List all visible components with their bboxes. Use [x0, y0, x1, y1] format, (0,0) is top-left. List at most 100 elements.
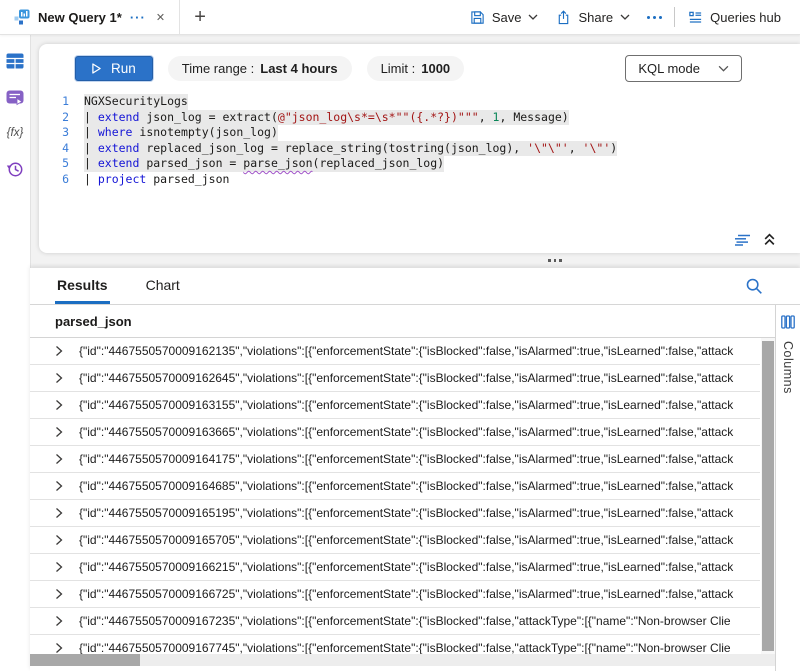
- share-label: Share: [578, 10, 613, 25]
- kql-mode-select[interactable]: KQL mode: [625, 55, 742, 82]
- expand-chevron-icon[interactable]: [55, 561, 63, 573]
- time-range-value: Last 4 hours: [260, 61, 337, 76]
- table-row[interactable]: {"id":"4467550570009162645","violations"…: [30, 365, 760, 392]
- code-token: |: [84, 125, 98, 139]
- queries-hub-button[interactable]: Queries hub: [679, 6, 790, 29]
- code-token: |: [84, 141, 98, 155]
- horizontal-scrollbar[interactable]: [30, 654, 775, 666]
- save-label: Save: [492, 10, 522, 25]
- results-body: parsed_json {"id":"4467550570009162135",…: [30, 305, 800, 671]
- code-token: '\"': [583, 141, 611, 155]
- columns-icon[interactable]: [781, 315, 795, 329]
- code-token: parsed_json: [146, 172, 229, 186]
- query-tab[interactable]: New Query 1* ··· ✕: [0, 0, 180, 34]
- row-json-text: {"id":"4467550570009164175","violations"…: [79, 452, 760, 466]
- expand-chevron-icon[interactable]: [55, 615, 63, 627]
- table-row[interactable]: {"id":"4467550570009165195","violations"…: [30, 500, 760, 527]
- row-json-text: {"id":"4467550570009164685","violations"…: [79, 479, 760, 493]
- code-token: replaced_json_log = replace_string(tostr…: [139, 141, 527, 155]
- code-token: |: [84, 110, 98, 124]
- line-number: 3: [39, 125, 69, 141]
- table-row[interactable]: {"id":"4467550570009167235","violations"…: [30, 608, 760, 635]
- expand-chevron-icon[interactable]: [55, 534, 63, 546]
- sidebar-tables-icon[interactable]: [6, 53, 24, 69]
- code-line: 1 NGXSecurityLogs: [39, 94, 800, 110]
- expand-chevron-icon[interactable]: [55, 372, 63, 384]
- vertical-scrollbar[interactable]: [761, 338, 775, 654]
- row-json-text: {"id":"4467550570009167235","violations"…: [79, 614, 760, 628]
- code-line: 6| project parsed_json: [39, 172, 800, 188]
- code-token: ,: [479, 110, 493, 124]
- tab-bar: New Query 1* ··· ✕ + Save Share: [0, 0, 800, 35]
- sidebar-queries-icon[interactable]: [6, 90, 24, 106]
- share-button[interactable]: Share: [547, 6, 639, 29]
- tab-close-icon[interactable]: ✕: [154, 9, 167, 26]
- table-row[interactable]: {"id":"4467550570009162135","violations"…: [30, 338, 760, 365]
- code-token: ): [610, 141, 617, 155]
- new-tab-button[interactable]: +: [180, 0, 220, 34]
- code-line: 4| extend replaced_json_log = replace_st…: [39, 141, 800, 157]
- code-line: 2| extend json_log = extract(@"json_log\…: [39, 110, 800, 126]
- expand-chevron-icon[interactable]: [55, 588, 63, 600]
- results-tabs: Results Chart: [30, 268, 800, 305]
- row-json-text: {"id":"4467550570009166725","violations"…: [79, 587, 760, 601]
- run-button[interactable]: Run: [75, 56, 153, 81]
- limit-pill[interactable]: Limit : 1000: [367, 56, 465, 81]
- table-row[interactable]: {"id":"4467550570009164685","violations"…: [30, 473, 760, 500]
- time-range-pill[interactable]: Time range : Last 4 hours: [168, 56, 352, 81]
- kusto-app-icon: [14, 9, 30, 25]
- expand-chevron-icon[interactable]: [55, 399, 63, 411]
- tab-results[interactable]: Results: [55, 268, 110, 304]
- expand-chevron-icon[interactable]: [55, 507, 63, 519]
- search-icon[interactable]: [745, 277, 763, 295]
- horizontal-scrollbar-thumb[interactable]: [30, 654, 140, 666]
- table-row[interactable]: {"id":"4467550570009167745","violations"…: [30, 635, 760, 654]
- format-lines-icon[interactable]: [734, 234, 751, 246]
- queries-hub-label: Queries hub: [710, 10, 781, 25]
- collapse-pane-icon[interactable]: [763, 233, 776, 246]
- bottom-spacer: [30, 666, 775, 671]
- query-editor[interactable]: 1 NGXSecurityLogs2| extend json_log = ext…: [39, 94, 800, 187]
- limit-label: Limit :: [381, 61, 416, 76]
- tab-chart[interactable]: Chart: [144, 268, 182, 304]
- expand-chevron-icon[interactable]: [55, 426, 63, 438]
- grid-rows: {"id":"4467550570009162135","violations"…: [30, 338, 760, 654]
- expand-chevron-icon[interactable]: [55, 642, 63, 654]
- time-range-label: Time range :: [182, 61, 255, 76]
- row-json-text: {"id":"4467550570009162645","violations"…: [79, 371, 760, 385]
- code-line: 5| extend parsed_json = parse_json(repla…: [39, 156, 800, 172]
- tab-actions: Save Share Quer: [461, 0, 800, 34]
- play-icon: [92, 63, 101, 74]
- table-row[interactable]: {"id":"4467550570009166215","violations"…: [30, 554, 760, 581]
- line-number: 1: [39, 94, 69, 110]
- query-pane: Run Time range : Last 4 hours Limit : 10…: [39, 44, 800, 253]
- sidebar-query-history-icon[interactable]: [6, 160, 24, 178]
- sidebar-functions-icon[interactable]: {fx}: [7, 127, 24, 139]
- row-json-text: {"id":"4467550570009165195","violations"…: [79, 506, 760, 520]
- code-text: | where isnotempty(json_log): [84, 125, 278, 141]
- more-options-button[interactable]: [639, 12, 670, 23]
- vertical-scrollbar-thumb[interactable]: [762, 341, 774, 651]
- table-row[interactable]: {"id":"4467550570009163665","violations"…: [30, 419, 760, 446]
- code-token: |: [84, 172, 98, 186]
- kql-mode-value: KQL mode: [638, 61, 700, 76]
- column-header[interactable]: parsed_json: [30, 305, 775, 338]
- row-json-text: {"id":"4467550570009165705","violations"…: [79, 533, 760, 547]
- columns-panel-label[interactable]: Columns: [781, 341, 795, 394]
- code-text: NGXSecurityLogs: [84, 94, 188, 110]
- table-row[interactable]: {"id":"4467550570009164175","violations"…: [30, 446, 760, 473]
- code-token: where: [98, 125, 133, 139]
- tab-title: New Query 1*: [38, 10, 122, 25]
- table-row[interactable]: {"id":"4467550570009163155","violations"…: [30, 392, 760, 419]
- limit-value: 1000: [421, 61, 450, 76]
- left-sidebar: {fx}: [0, 35, 31, 671]
- code-token: @"json_log\s*=\s*""({.*?})""": [278, 110, 479, 124]
- table-row[interactable]: {"id":"4467550570009165705","violations"…: [30, 527, 760, 554]
- tab-more-icon[interactable]: ···: [130, 10, 146, 25]
- save-button[interactable]: Save: [461, 6, 548, 29]
- expand-chevron-icon[interactable]: [55, 345, 63, 357]
- splitter-handle-icon[interactable]: [548, 259, 562, 262]
- table-row[interactable]: {"id":"4467550570009166725","violations"…: [30, 581, 760, 608]
- expand-chevron-icon[interactable]: [55, 480, 63, 492]
- expand-chevron-icon[interactable]: [55, 453, 63, 465]
